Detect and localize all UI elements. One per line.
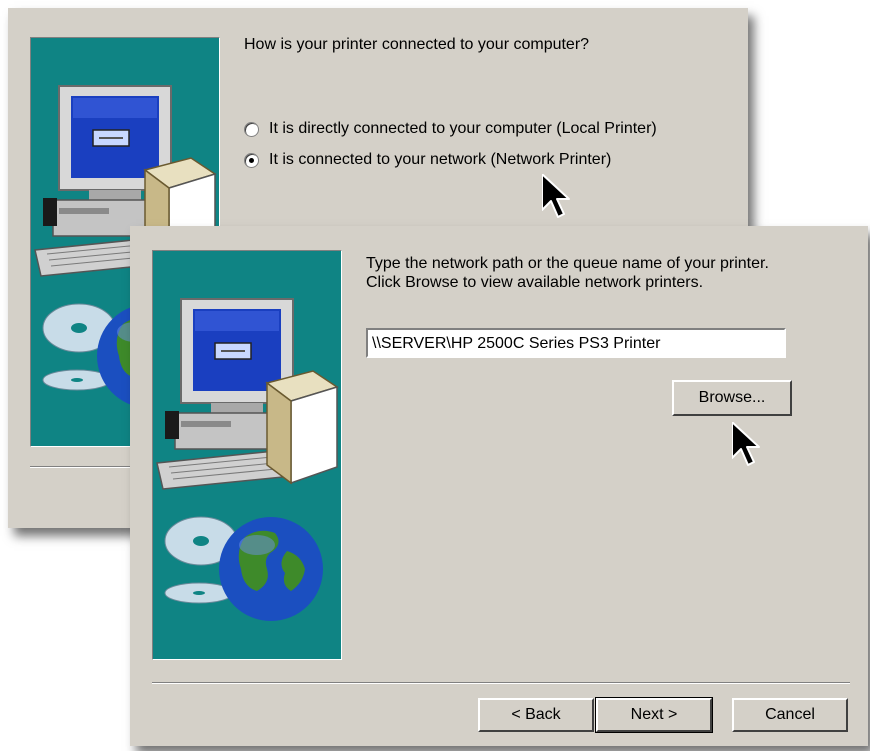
arrow-cursor-icon bbox=[542, 174, 570, 218]
local-printer-option[interactable]: It is directly connected to your compute… bbox=[244, 120, 657, 138]
browse-button[interactable]: Browse... bbox=[672, 380, 792, 416]
arrow-cursor-icon bbox=[732, 422, 760, 466]
cancel-button[interactable]: Cancel bbox=[732, 698, 848, 732]
local-printer-label: It is directly connected to your compute… bbox=[269, 120, 657, 137]
computer-printer-globe-illustration bbox=[156, 298, 338, 622]
wizard-banner bbox=[152, 250, 342, 660]
instruction-line-1: Type the network path or the queue name … bbox=[366, 255, 769, 272]
network-path-dialog: Type the network path or the queue name … bbox=[130, 226, 868, 746]
connection-question: How is your printer connected to your co… bbox=[244, 36, 590, 53]
back-button[interactable]: < Back bbox=[478, 698, 594, 732]
radio-button[interactable] bbox=[244, 121, 259, 137]
next-button[interactable]: Next > bbox=[595, 697, 713, 733]
radio-button-selected[interactable] bbox=[244, 152, 259, 168]
network-path-input[interactable]: \\SERVER\HP 2500C Series PS3 Printer bbox=[366, 328, 786, 358]
network-printer-option[interactable]: It is connected to your network (Network… bbox=[244, 151, 611, 169]
instructions: Type the network path or the queue name … bbox=[366, 254, 836, 292]
network-printer-label: It is connected to your network (Network… bbox=[269, 151, 612, 168]
footer-separator bbox=[152, 682, 850, 684]
instruction-line-2: Click Browse to view available network p… bbox=[366, 274, 704, 291]
